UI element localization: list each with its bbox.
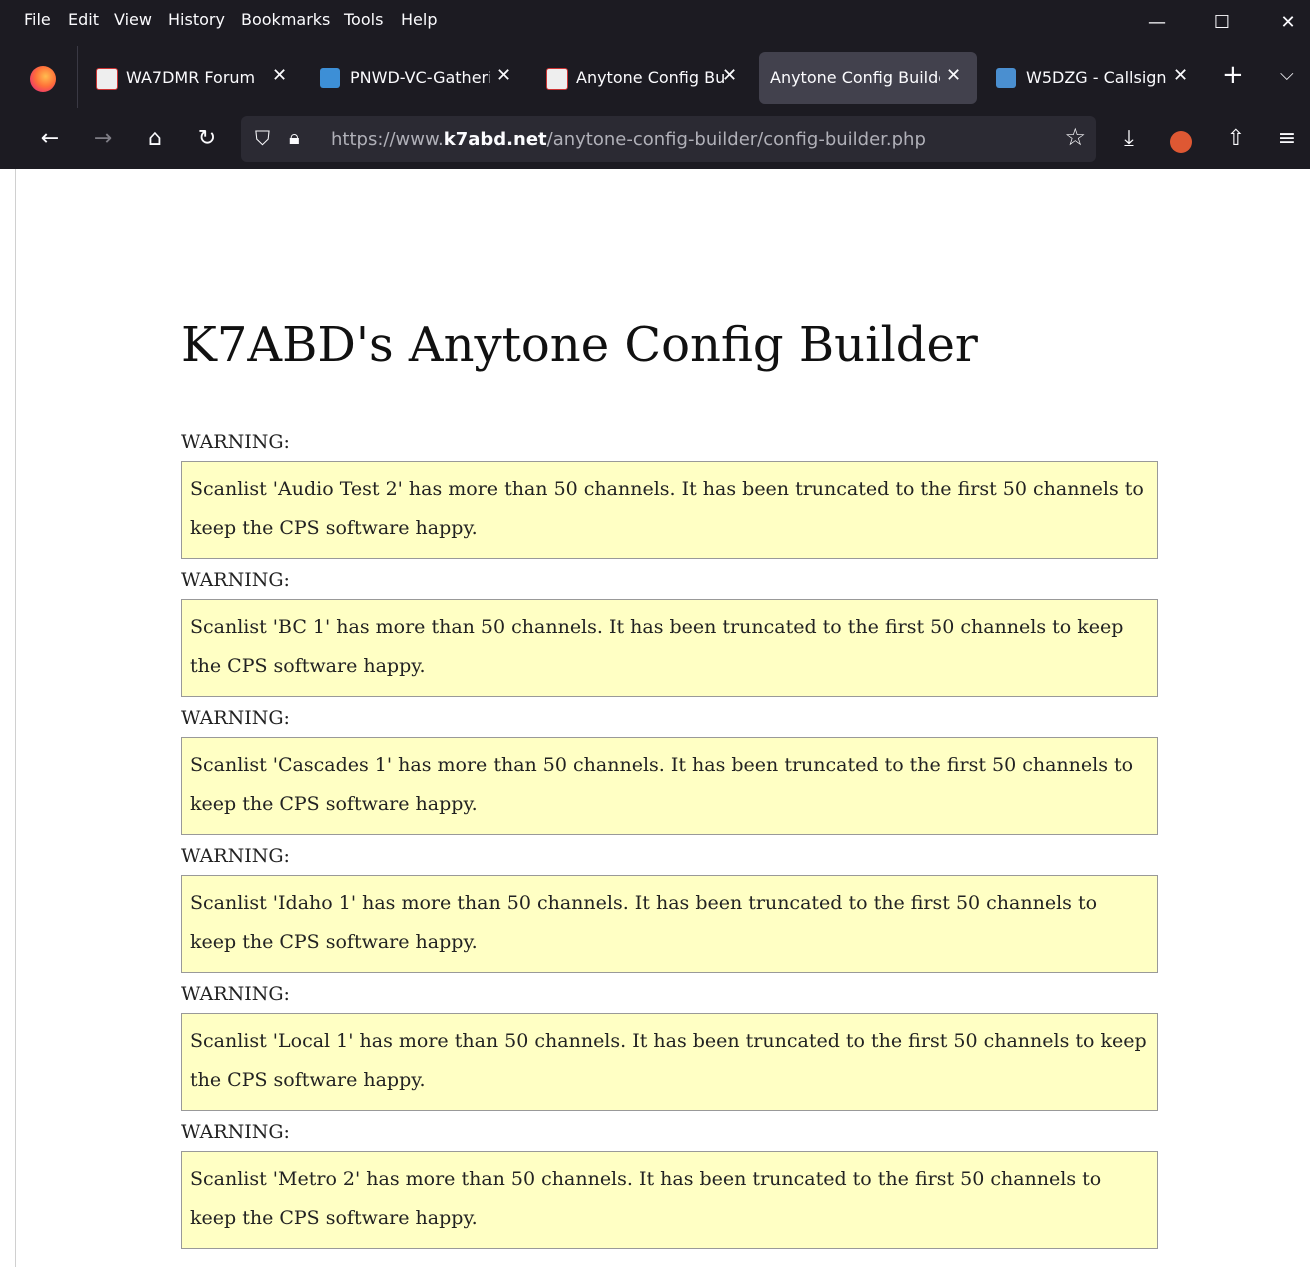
warning-label: WARNING: bbox=[181, 845, 290, 867]
tracking-shield-icon[interactable]: ⛉ bbox=[255, 126, 270, 150]
warning-message: Scanlist 'Metro 2' has more than 50 chan… bbox=[181, 1151, 1158, 1249]
tab-title: WA7DMR Forum – bbox=[126, 68, 261, 87]
duckduckgo-extension-icon[interactable] bbox=[1170, 131, 1192, 153]
browser-chrome: File Edit View History Bookmarks Tools H… bbox=[0, 0, 1310, 169]
warning-label: WARNING: bbox=[181, 431, 290, 453]
tab-title: Anytone Config Builde bbox=[770, 68, 940, 87]
extensions-icon[interactable]: ⇧ bbox=[1219, 122, 1253, 156]
close-tab-icon[interactable]: ✕ bbox=[272, 65, 287, 86]
warning-label: WARNING: bbox=[181, 983, 290, 1005]
grid-favicon-icon bbox=[996, 68, 1016, 88]
new-tab-button[interactable]: + bbox=[1222, 60, 1244, 90]
tab-wa7dmr-forum[interactable]: WA7DMR Forum – ✕ bbox=[86, 52, 304, 104]
downloads-icon[interactable]: ⤓ bbox=[1112, 122, 1146, 156]
close-tab-icon[interactable]: ✕ bbox=[722, 65, 737, 86]
menu-bookmarks[interactable]: Bookmarks bbox=[241, 10, 330, 29]
wa7dmr-favicon-icon bbox=[96, 68, 118, 90]
maximize-button[interactable]: ☐ bbox=[1202, 8, 1242, 38]
firefox-logo-icon[interactable] bbox=[30, 66, 56, 92]
mail-favicon-icon bbox=[320, 68, 340, 88]
menu-file[interactable]: File bbox=[24, 10, 51, 29]
lock-icon[interactable]: 🔒︎ bbox=[289, 125, 300, 149]
tab-divider bbox=[77, 46, 78, 108]
app-menu-icon[interactable]: ≡ bbox=[1270, 122, 1304, 156]
tab-title: Anytone Config Bu bbox=[576, 68, 724, 87]
minimize-button[interactable]: — bbox=[1137, 8, 1177, 38]
menu-history[interactable]: History bbox=[168, 10, 225, 29]
warning-message: Scanlist 'Local 1' has more than 50 chan… bbox=[181, 1013, 1158, 1111]
address-bar[interactable]: ⛉ 🔒︎ https://www.k7abd.net/anytone-confi… bbox=[241, 116, 1096, 162]
back-arrow-icon[interactable]: ← bbox=[33, 122, 67, 156]
menu-view[interactable]: View bbox=[114, 10, 152, 29]
menu-edit[interactable]: Edit bbox=[68, 10, 99, 29]
tab-title: PNWD-VC-Gatheri bbox=[350, 68, 490, 87]
tab-pnwd-vc[interactable]: PNWD-VC-Gatheri ✕ bbox=[310, 52, 528, 104]
warning-label: WARNING: bbox=[181, 569, 290, 591]
warning-message: Scanlist 'Cascades 1' has more than 50 c… bbox=[181, 737, 1158, 835]
menu-help[interactable]: Help bbox=[401, 10, 437, 29]
close-tab-icon[interactable]: ✕ bbox=[946, 65, 961, 86]
tab-anytone-config-1[interactable]: Anytone Config Bu ✕ bbox=[536, 52, 754, 104]
url-text[interactable]: https://www.k7abd.net/anytone-config-bui… bbox=[331, 129, 926, 150]
forward-arrow-icon[interactable]: → bbox=[86, 122, 120, 156]
warning-message: Scanlist 'BC 1' has more than 50 channel… bbox=[181, 599, 1158, 697]
close-tab-icon[interactable]: ✕ bbox=[1173, 65, 1188, 86]
navigation-toolbar: ← → ⌂ ↻ ⛉ 🔒︎ https://www.k7abd.net/anyto… bbox=[0, 112, 1310, 168]
warning-list: WARNING: Scanlist 'Audio Test 2' has mor… bbox=[181, 427, 1158, 1255]
tab-title: W5DZG - Callsign I bbox=[1026, 68, 1171, 87]
list-all-tabs-chevron-icon[interactable]: ⌵ bbox=[1280, 64, 1294, 85]
anytone-favicon-icon bbox=[546, 68, 568, 90]
warning-label: WARNING: bbox=[181, 1121, 290, 1143]
tab-strip: WA7DMR Forum – ✕ PNWD-VC-Gatheri ✕ Anyto… bbox=[0, 44, 1310, 110]
close-tab-icon[interactable]: ✕ bbox=[496, 65, 511, 86]
bookmark-star-icon[interactable]: ☆ bbox=[1064, 123, 1086, 151]
page-title: K7ABD's Anytone Config Builder bbox=[181, 317, 978, 373]
warning-label: WARNING: bbox=[181, 707, 290, 729]
home-icon[interactable]: ⌂ bbox=[138, 122, 172, 156]
menu-bar: File Edit View History Bookmarks Tools H… bbox=[0, 0, 1310, 40]
tab-w5dzg-callsign[interactable]: W5DZG - Callsign I ✕ bbox=[986, 52, 1204, 104]
sidebar-edge bbox=[0, 169, 16, 1267]
menu-tools[interactable]: Tools bbox=[344, 10, 383, 29]
warning-message: Scanlist 'Audio Test 2' has more than 50… bbox=[181, 461, 1158, 559]
close-window-button[interactable]: ✕ bbox=[1268, 8, 1308, 38]
warning-message: Scanlist 'Idaho 1' has more than 50 chan… bbox=[181, 875, 1158, 973]
reload-icon[interactable]: ↻ bbox=[190, 122, 224, 156]
tab-anytone-config-active[interactable]: Anytone Config Builde ✕ bbox=[759, 52, 977, 104]
